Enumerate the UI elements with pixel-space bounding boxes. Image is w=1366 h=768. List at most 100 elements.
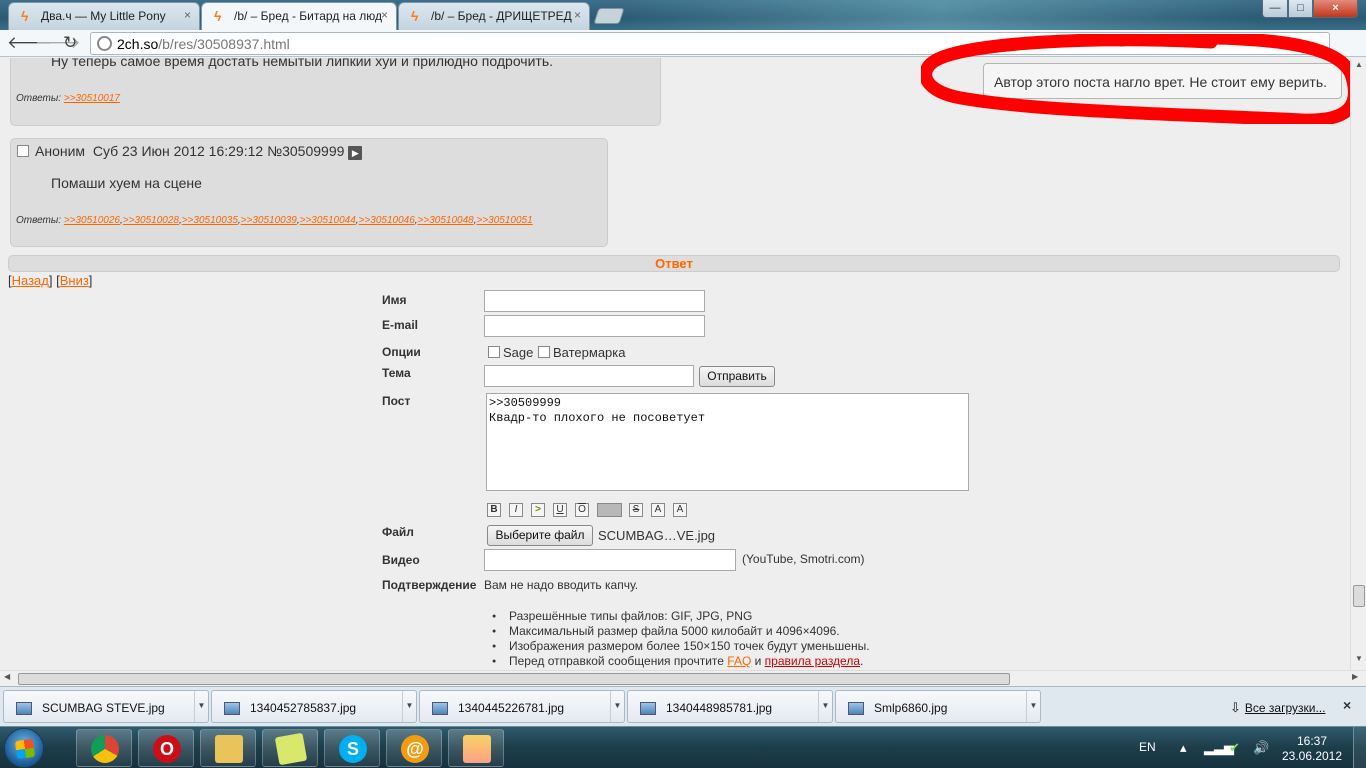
reload-icon[interactable]: ↻ — [63, 34, 77, 52]
volume-icon[interactable]: 🔊 — [1253, 740, 1269, 756]
scroll-right-icon[interactable]: ▶ — [1352, 672, 1358, 681]
minimize-button[interactable]: — — [1262, 0, 1288, 18]
show-desktop-button[interactable] — [1353, 727, 1366, 768]
photo-viewer-icon — [463, 735, 491, 763]
underline-button[interactable]: U — [553, 503, 567, 517]
window-close-button[interactable]: × — [1313, 0, 1358, 18]
taskbar-skype[interactable]: S — [324, 729, 380, 767]
horizontal-scroll-thumb[interactable] — [18, 673, 1010, 685]
chosen-file-name: SCUMBAG…VE.jpg — [598, 528, 716, 543]
tab-bitard[interactable]: ϟ /b/ – Бред - Битард на люд × — [201, 2, 397, 30]
choose-file-button[interactable]: Выберите файл — [487, 525, 593, 546]
post-number[interactable]: №30509999 — [267, 143, 344, 159]
scroll-up-icon[interactable]: ▲ — [1351, 60, 1366, 74]
chevron-down-icon[interactable]: ▼ — [194, 691, 208, 722]
subscript-button[interactable]: A — [673, 503, 687, 517]
clock-date: 23.06.2012 — [1281, 749, 1343, 763]
address-bar[interactable]: 2ch.so/b/res/30508937.html — [90, 32, 1330, 55]
video-hint: (YouTube, Smotri.com) — [742, 552, 865, 566]
scroll-left-icon[interactable]: ◀ — [4, 672, 10, 681]
options-label: Опции — [382, 345, 421, 359]
watermark-option[interactable]: Ватермарка — [538, 345, 625, 360]
download-item[interactable]: 1340445226781.jpg ▼ — [419, 690, 625, 723]
vertical-scroll-thumb[interactable] — [1353, 585, 1365, 607]
watermark-checkbox[interactable] — [538, 346, 550, 358]
tab-close-icon[interactable]: × — [574, 8, 581, 22]
reply-link[interactable]: >>30510017 — [64, 93, 120, 104]
chevron-down-icon[interactable]: ▼ — [610, 691, 624, 722]
close-downloads-icon[interactable]: × — [1343, 697, 1351, 713]
tab-close-icon[interactable]: × — [184, 8, 191, 22]
faq-link[interactable]: FAQ — [727, 654, 751, 668]
rule-item: Максимальный размер файла 5000 килобайт … — [492, 624, 870, 639]
name-input[interactable] — [484, 290, 705, 312]
tab-drishchetred[interactable]: ϟ /b/ – Бред - ДРИЩЕТРЕД × — [398, 2, 590, 30]
reply-link[interactable]: >>30510051 — [476, 215, 532, 226]
taskbar-opera[interactable]: O — [138, 729, 194, 767]
sage-checkbox[interactable] — [488, 346, 500, 358]
sage-option[interactable]: Sage — [488, 345, 533, 360]
email-input[interactable] — [484, 315, 705, 337]
new-tab-button[interactable] — [593, 8, 625, 24]
taskbar-chrome[interactable] — [76, 729, 132, 767]
strike-button[interactable]: S — [629, 503, 643, 517]
horizontal-scrollbar[interactable]: ◀ ▶ — [0, 670, 1366, 686]
vertical-scrollbar[interactable]: ▲ ▼ — [1350, 58, 1366, 670]
toolbar: 🡐 🡒 ↻ 2ch.so/b/res/30508937.html — [0, 30, 1366, 57]
nav-back-link[interactable]: Назад — [12, 273, 49, 288]
video-input[interactable] — [484, 549, 736, 571]
chevron-down-icon[interactable]: ▼ — [1026, 691, 1040, 722]
taskbar-notes[interactable] — [262, 729, 318, 767]
overline-button[interactable]: O — [575, 503, 589, 517]
spoiler-button[interactable] — [597, 503, 622, 517]
reply-link[interactable]: >>30510048 — [418, 215, 474, 226]
post-label: Пост — [382, 394, 411, 408]
reply-link[interactable]: >>30510044 — [300, 215, 356, 226]
tab-close-icon[interactable]: × — [381, 8, 388, 22]
reply-link[interactable]: >>30510039 — [241, 215, 297, 226]
scroll-down-icon[interactable]: ▼ — [1351, 654, 1366, 668]
subject-input[interactable] — [484, 365, 694, 387]
security-check-icon[interactable]: ✔ — [1229, 740, 1240, 756]
bold-button[interactable]: B — [487, 503, 501, 517]
thread-nav: [Назад] [Вниз] — [8, 273, 93, 288]
quote-button[interactable]: > — [531, 503, 545, 517]
tray-expand-icon[interactable]: ▴ — [1180, 740, 1187, 756]
download-item[interactable]: SCUMBAG STEVE.jpg ▼ — [3, 690, 209, 723]
post-select-checkbox[interactable] — [17, 145, 29, 157]
maximize-button[interactable]: □ — [1288, 0, 1313, 18]
reply-link[interactable]: >>30510046 — [359, 215, 415, 226]
reply-link[interactable]: >>30510035 — [182, 215, 238, 226]
start-button[interactable] — [4, 728, 44, 768]
board-rules-link[interactable]: правила раздела — [765, 654, 860, 668]
show-all-downloads-link[interactable]: ⇩ Все загрузки... — [1230, 700, 1325, 716]
download-item[interactable]: 1340448985781.jpg ▼ — [627, 690, 833, 723]
chevron-down-icon[interactable]: ▼ — [402, 691, 416, 722]
reply-link[interactable]: >>30510028 — [123, 215, 179, 226]
post-body: Ну теперь самое время достать немытый ли… — [51, 58, 554, 69]
italic-button[interactable]: I — [509, 503, 523, 517]
nav-down-link[interactable]: Вниз — [60, 273, 89, 288]
rule-text: . — [860, 654, 864, 668]
url-path: /b/res/30508937.html — [158, 36, 290, 52]
expand-arrow-icon[interactable]: ▶ — [348, 146, 363, 160]
download-filename: Smlp6860.jpg — [874, 701, 948, 715]
taskbar-mail[interactable]: @ — [386, 729, 442, 767]
url-text[interactable]: 2ch.so/b/res/30508937.html — [117, 36, 290, 52]
submit-button[interactable]: Отправить — [699, 366, 775, 387]
system-clock[interactable]: 16:37 23.06.2012 — [1280, 734, 1344, 764]
language-indicator[interactable]: EN — [1139, 740, 1156, 754]
tab-mlp[interactable]: ϟ Два.ч — My Little Pony × — [8, 2, 200, 30]
download-item[interactable]: 1340452785837.jpg ▼ — [211, 690, 417, 723]
download-item[interactable]: Smlp6860.jpg ▼ — [835, 690, 1041, 723]
tab-title: Два.ч — My Little Pony — [41, 9, 166, 23]
chevron-down-icon[interactable]: ▼ — [818, 691, 832, 722]
email-label: E-mail — [382, 318, 419, 332]
post-body: Помаши хуем на сцене — [51, 175, 202, 191]
superscript-button[interactable]: A — [651, 503, 665, 517]
reply-link[interactable]: >>30510026 — [64, 215, 120, 226]
taskbar-photo[interactable] — [448, 729, 504, 767]
taskbar-explorer[interactable] — [200, 729, 256, 767]
post-textarea[interactable]: >>30509999 Квадр-то плохого не посоветуе… — [486, 393, 969, 491]
rule-text: Перед отправкой сообщения прочтите — [509, 654, 728, 668]
